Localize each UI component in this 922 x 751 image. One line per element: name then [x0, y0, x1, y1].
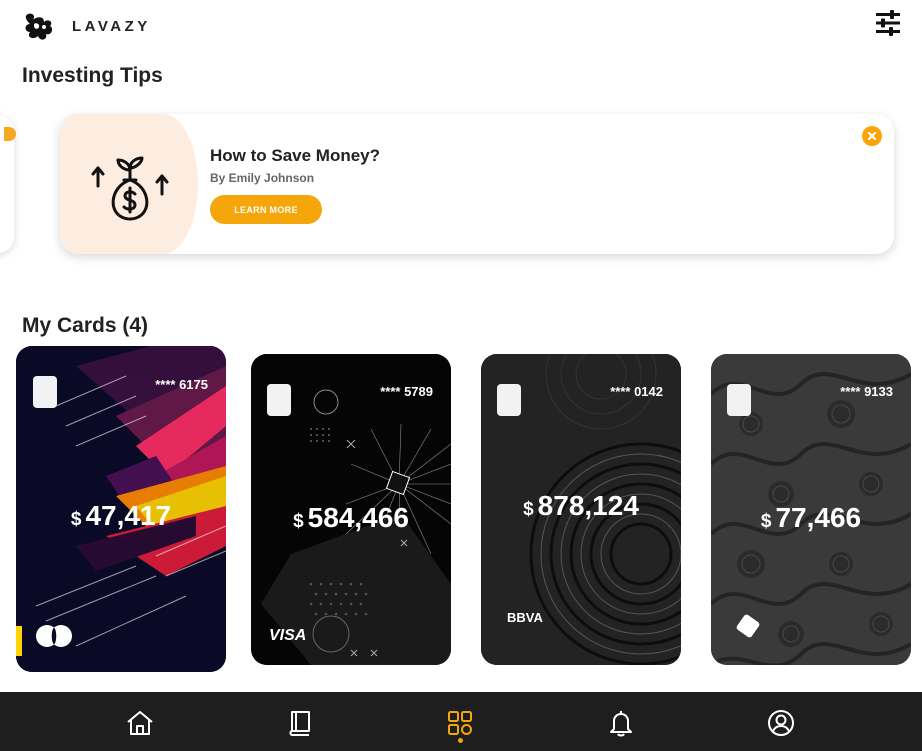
credit-card[interactable]: **** 9133 $77,466 [711, 354, 911, 665]
profile-icon[interactable] [764, 706, 798, 740]
card-number: **** 0142 [610, 384, 663, 399]
currency-symbol: $ [523, 499, 534, 520]
currency-symbol: $ [70, 509, 82, 530]
grid-icon[interactable] [443, 706, 477, 740]
balance-value: 878,124 [537, 490, 639, 521]
mastercard-icon [36, 625, 72, 647]
brand-name: LAVAZY [72, 18, 151, 35]
book-icon[interactable] [283, 706, 317, 740]
card-balance: $77,466 [711, 502, 911, 534]
balance-value: 47,417 [85, 500, 172, 531]
balance-value: 77,466 [775, 502, 862, 533]
home-icon[interactable] [123, 706, 157, 740]
learn-more-button[interactable]: LEARN MORE [210, 195, 322, 224]
tip-author: By Emily Johnson [210, 171, 315, 185]
bottom-navigation [0, 692, 922, 751]
money-bag-plant-icon [91, 156, 169, 221]
card-balance: $878,124 [481, 490, 681, 522]
currency-symbol: $ [293, 511, 304, 532]
chip-icon [33, 376, 57, 408]
currency-symbol: $ [760, 511, 772, 532]
card-balance: $584,466 [251, 502, 451, 534]
card-network-label: BBVA [507, 610, 543, 625]
card-network-label: VISA [269, 627, 307, 644]
card-number: **** 9133 [840, 384, 893, 399]
active-indicator [458, 738, 463, 743]
card-balance: $47,417 [16, 500, 226, 532]
credit-card[interactable]: **** 5789 $584,466 VISA [251, 354, 451, 665]
card-number: **** 6175 [155, 377, 208, 392]
balance-value: 584,466 [307, 502, 409, 533]
my-cards-title: My Cards (4) [22, 314, 149, 337]
previous-tip-card[interactable] [0, 115, 16, 253]
bell-icon[interactable] [604, 706, 638, 740]
card-number: **** 5789 [380, 384, 433, 399]
tip-illustration [60, 114, 198, 254]
tip-title: How to Save Money? [210, 146, 381, 165]
credit-card[interactable]: **** 0142 $878,124 BBVA [481, 354, 681, 665]
sliders-icon[interactable] [874, 9, 902, 37]
card-logo-icon [736, 614, 760, 638]
close-icon[interactable] [862, 126, 882, 146]
chip-icon [727, 384, 751, 416]
chip-icon [497, 384, 521, 416]
chip-icon [267, 384, 291, 416]
tip-card[interactable]: How to Save Money? By Emily Johnson LEAR… [60, 114, 894, 254]
investing-tips-title: Investing Tips [22, 64, 163, 87]
credit-card[interactable]: **** 6175 $47,417 [16, 346, 226, 672]
lavazy-logo-icon [25, 13, 53, 40]
